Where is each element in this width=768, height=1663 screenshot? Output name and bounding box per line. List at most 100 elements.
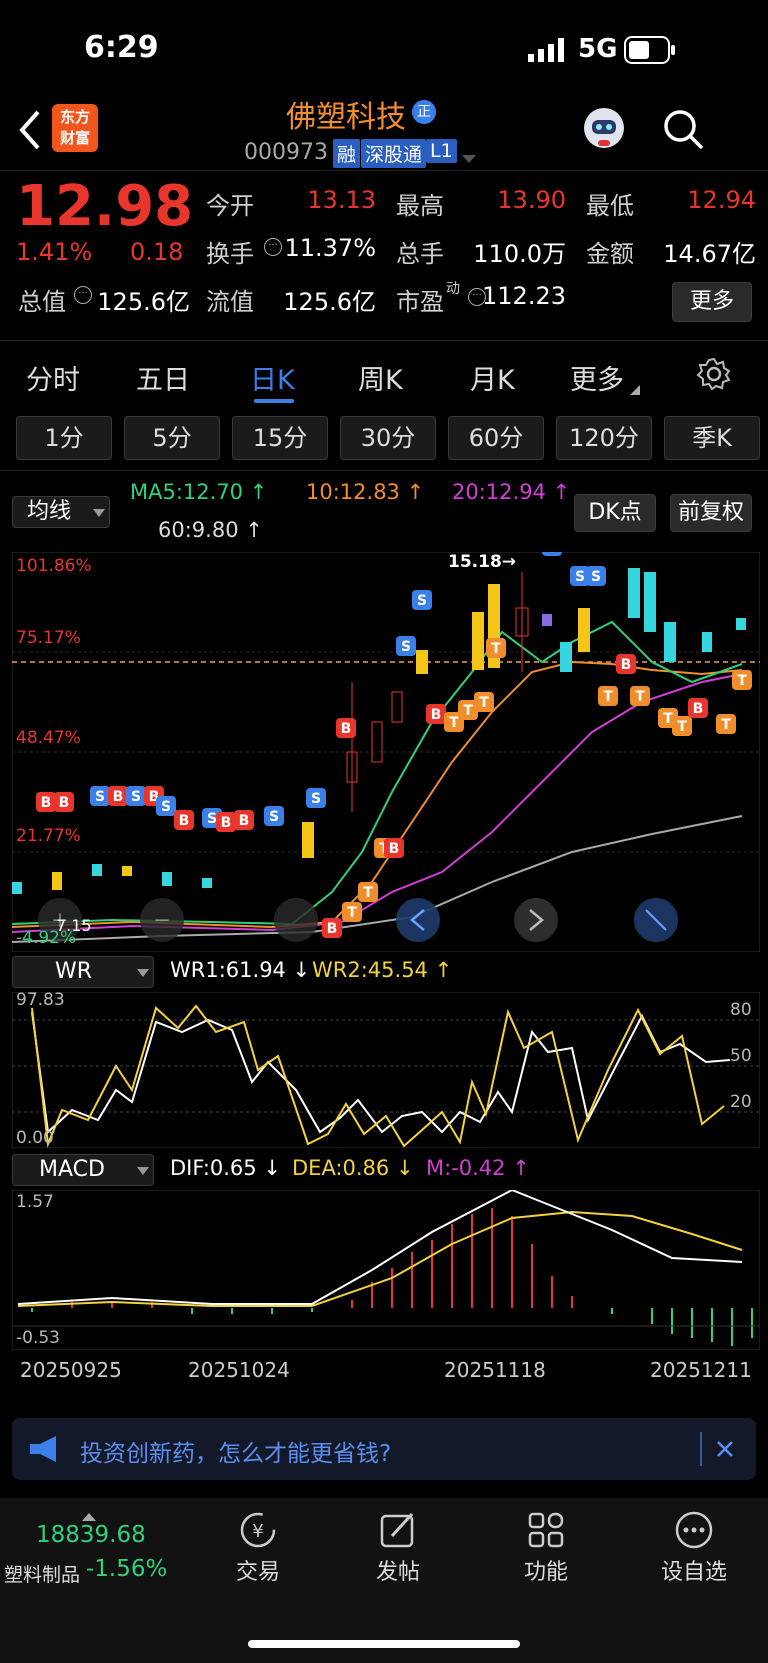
nav-trade[interactable]: ¥ 交易 <box>228 1510 288 1586</box>
sell-marker: S <box>586 566 606 586</box>
macd-chart[interactable] <box>12 1190 760 1350</box>
tab-more[interactable]: 更多 <box>570 358 624 397</box>
minute-button[interactable]: 1分 <box>16 416 112 460</box>
divider <box>0 470 768 471</box>
t-marker: T <box>672 716 692 736</box>
home-indicator[interactable] <box>248 1640 520 1648</box>
ma5-value: MA5:12.70 ↑ <box>130 480 268 504</box>
settings-gear-icon[interactable] <box>696 356 732 396</box>
svg-text:B: B <box>621 657 632 673</box>
minute-button[interactable]: 60分 <box>448 416 544 460</box>
svg-text:T: T <box>491 641 501 657</box>
tab-monthly-k[interactable]: 月K <box>470 358 515 397</box>
megaphone-icon <box>30 1436 56 1462</box>
svg-text:B: B <box>389 841 400 857</box>
app-logo: 东方 财富 <box>52 104 98 152</box>
back-icon[interactable] <box>14 108 44 156</box>
close-icon[interactable] <box>716 1440 734 1458</box>
ma60-value: 60:9.80 ↑ <box>158 518 263 542</box>
kline-ylabel: 75.17% <box>16 628 81 648</box>
sell-marker: S <box>90 786 110 806</box>
info-icon[interactable]: ··· <box>74 286 92 304</box>
search-icon[interactable] <box>662 108 706 156</box>
svg-text:S: S <box>207 811 217 827</box>
index-value: 18839.68 <box>36 1522 146 1548</box>
more-button[interactable]: 更多 <box>672 282 752 322</box>
promo-banner[interactable]: 投资创新药，怎么才能更省钱? <box>12 1418 756 1480</box>
turnover-label: 换手 <box>206 240 254 268</box>
dif-value: DIF:0.65 ↓ <box>170 1156 281 1180</box>
nav-functions[interactable]: 功能 <box>516 1510 576 1586</box>
date-label: 20251118 <box>444 1358 546 1382</box>
signal-icon <box>528 38 568 66</box>
tab-weekly-k[interactable]: 周K <box>358 358 403 397</box>
svg-text:T: T <box>603 689 613 705</box>
turnover-value: 11.37% <box>284 234 376 262</box>
nav-functions-label: 功能 <box>523 1560 568 1585</box>
dk-point-button[interactable]: DK点 <box>574 494 656 532</box>
minute-button[interactable]: 季K <box>664 416 760 460</box>
yen-cycle-icon: ¥ <box>240 1512 276 1548</box>
wr-level-label: 50 <box>730 1046 752 1066</box>
minute-button[interactable]: 15分 <box>232 416 328 460</box>
buy-marker: B <box>54 792 74 812</box>
tab-daily-k[interactable]: 日K <box>250 358 295 397</box>
kline-ylabel: 21.77% <box>16 826 81 846</box>
pe-value: 112.23 <box>482 282 566 310</box>
next-arrow-button <box>514 898 558 942</box>
svg-text:B: B <box>341 721 352 737</box>
svg-text:S: S <box>575 569 585 585</box>
robot-assistant-icon[interactable] <box>580 104 628 156</box>
float-value-label: 流值 <box>206 288 254 316</box>
high-value: 13.90 <box>497 186 566 214</box>
low-label: 最低 <box>586 192 634 220</box>
t-marker: T <box>474 692 494 712</box>
wr-chart[interactable] <box>12 992 760 1148</box>
zoom-out-button: － <box>140 898 184 942</box>
sell-marker: S <box>412 590 432 610</box>
stock-code: 000973 <box>244 140 328 165</box>
t-marker: T <box>342 902 362 922</box>
minute-button[interactable]: 30分 <box>340 416 436 460</box>
tag-connect: 深股通 <box>361 139 427 168</box>
change-value: 0.18 <box>130 238 184 266</box>
dropdown-icon[interactable] <box>462 148 476 167</box>
battery-icon <box>624 36 676 68</box>
buy-marker: B <box>384 838 404 858</box>
buy-marker: B <box>688 698 708 718</box>
minute-button[interactable]: 5分 <box>124 416 220 460</box>
svg-text:S: S <box>161 799 171 815</box>
corner-triangle-icon <box>630 380 640 399</box>
open-value: 13.13 <box>307 186 376 214</box>
kline-ylabel: 101.86% <box>16 556 92 576</box>
macd-selector[interactable]: MACD <box>12 1154 154 1186</box>
ma-selector[interactable]: 均线 <box>12 496 110 528</box>
sell-marker: S <box>396 636 416 656</box>
wr-selector[interactable]: WR <box>12 956 154 988</box>
sell-marker: S <box>126 786 146 806</box>
nav-add-watchlist[interactable]: 设自选 <box>656 1510 732 1586</box>
more-icon <box>675 1511 713 1549</box>
tab-five-day[interactable]: 五日 <box>136 358 190 397</box>
edit-icon <box>380 1512 414 1548</box>
nav-post[interactable]: 发帖 <box>368 1510 428 1586</box>
buy-marker: B <box>336 718 356 738</box>
svg-text:T: T <box>677 719 687 735</box>
svg-text:－: － <box>153 911 171 932</box>
status-time: 6:29 <box>84 30 159 65</box>
minute-button[interactable]: 120分 <box>556 416 652 460</box>
float-value: 125.6亿 <box>283 288 376 316</box>
date-label: 20251024 <box>188 1358 290 1382</box>
macd-selector-label: MACD <box>39 1157 105 1182</box>
tab-timeshare[interactable]: 分时 <box>26 358 80 397</box>
wr-selector-label: WR <box>55 959 93 984</box>
ma10-value: 10:12.83 ↑ <box>306 480 425 504</box>
svg-text:B: B <box>327 921 338 937</box>
svg-text:B: B <box>239 813 250 829</box>
low-annotation: 7.15 <box>56 916 92 935</box>
svg-text:¥: ¥ <box>252 1521 263 1542</box>
kline-chart[interactable]: B B S B S B S B S B B S S B B T T T B S … <box>12 552 760 952</box>
adjust-button[interactable]: 前复权 <box>670 494 752 532</box>
t-marker: T <box>358 882 378 902</box>
tag-level: L1 <box>426 139 457 163</box>
